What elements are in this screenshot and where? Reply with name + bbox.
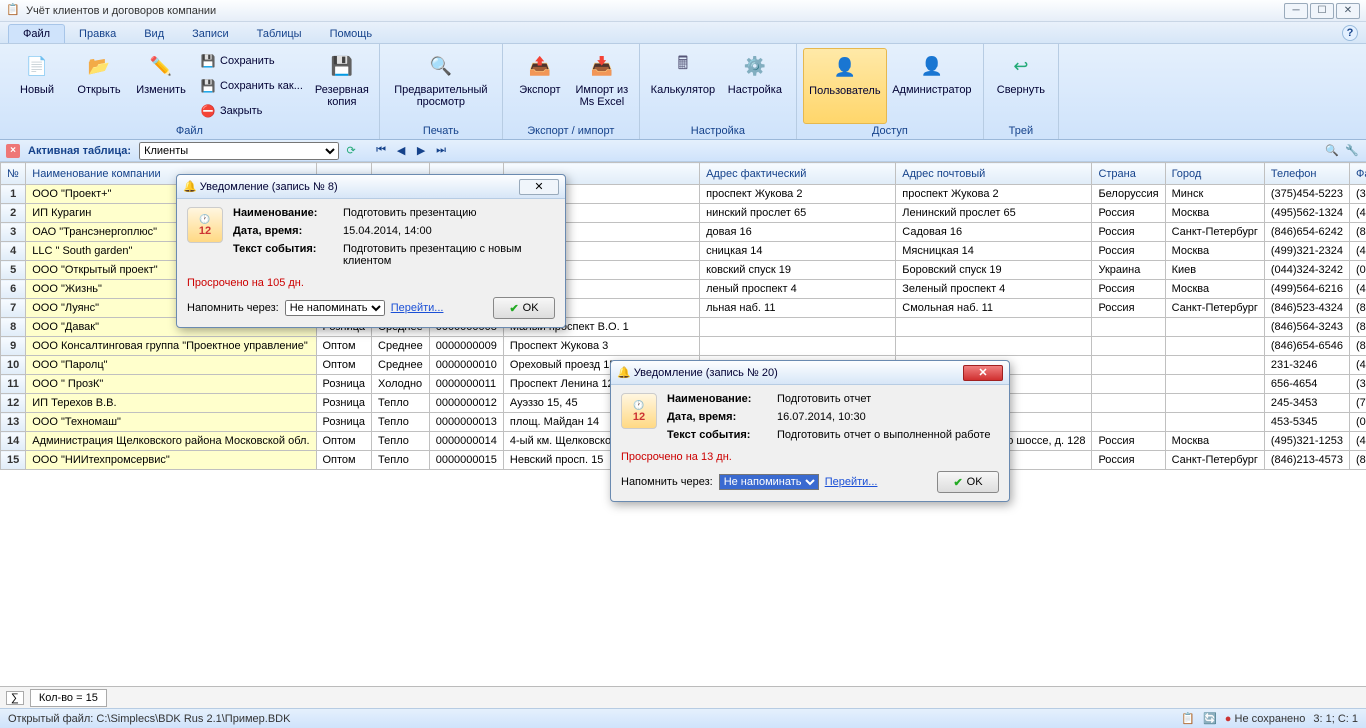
col-header[interactable]: Адрес фактический [700, 163, 896, 185]
edit-button[interactable]: ✏️Изменить [130, 48, 192, 124]
table-row[interactable]: 9ООО Консалтинговая группа "Проектное уп… [1, 337, 1366, 356]
new-file-icon: 📄 [21, 50, 53, 82]
folder-open-icon: 📂 [83, 50, 115, 82]
close-button[interactable]: ✕ [1336, 3, 1360, 19]
active-table-label: Активная таблица: [28, 145, 131, 157]
summary-bar: ∑ Кол-во = 15 [0, 686, 1366, 708]
calendar-icon: 🕐12 [621, 393, 657, 429]
nav-next-icon[interactable]: ▶ [413, 143, 429, 159]
dialog2-close-button[interactable]: ✕ [963, 365, 1003, 381]
col-header[interactable]: № [1, 163, 26, 185]
export-button[interactable]: 📤Экспорт [509, 48, 571, 124]
sigma-icon[interactable]: ∑ [6, 691, 24, 705]
close-table-icon[interactable]: × [6, 144, 20, 158]
user-button[interactable]: 👤Пользователь [803, 48, 887, 124]
tab-help[interactable]: Помощь [316, 25, 387, 43]
backup-button[interactable]: 💾Резервная копия [311, 48, 373, 124]
active-table-select[interactable]: Клиенты [139, 142, 339, 160]
open-button[interactable]: 📂Открыть [68, 48, 130, 124]
dialog2-ok-button[interactable]: ✔OK [937, 471, 999, 493]
close-file-button[interactable]: ⛔Закрыть [196, 101, 307, 121]
save-icon: 💾 [200, 53, 216, 69]
col-header[interactable]: Страна [1092, 163, 1165, 185]
nav-last-icon[interactable]: ⏭ [433, 143, 449, 159]
dialog2-goto-link[interactable]: Перейти... [825, 476, 878, 488]
notification-dialog-8: 🔔 Уведомление (запись № 8)✕ 🕐12 Наименов… [176, 174, 566, 328]
saveas-icon: 💾 [200, 78, 216, 94]
col-header[interactable]: Адрес почтовый [896, 163, 1092, 185]
import-button[interactable]: 📥Импорт из Ms Excel [571, 48, 633, 124]
tab-edit[interactable]: Правка [65, 25, 130, 43]
edit-icon: ✏️ [145, 50, 177, 82]
calendar-icon: 🕐12 [187, 207, 223, 243]
dialog-icon: 🔔 [183, 180, 197, 193]
col-header[interactable]: Телефон [1264, 163, 1349, 185]
dialog1-overdue: Просрочено на 105 дн. [187, 277, 555, 289]
export-icon: 📤 [524, 50, 556, 82]
col-header[interactable]: Факс [1350, 163, 1366, 185]
minimize-icon: ↩ [1005, 50, 1037, 82]
calculator-icon: 🖩 [667, 50, 699, 82]
app-icon: 📋 [6, 3, 22, 19]
calculator-button[interactable]: 🖩Калькулятор [646, 48, 720, 124]
group-print-label: Печать [386, 124, 496, 137]
group-settings-label: Настройка [646, 124, 790, 137]
dialog2-title: Уведомление (запись № 20) [634, 367, 963, 379]
search-icon[interactable]: 🔍 [1324, 143, 1340, 159]
saveas-button[interactable]: 💾Сохранить как... [196, 76, 307, 96]
dialog1-goto-link[interactable]: Перейти... [391, 302, 444, 314]
nav-first-icon[interactable]: ⏮ [373, 143, 389, 159]
status-bar: Открытый файл: C:\Simplecs\BDK Rus 2.1\П… [0, 708, 1366, 728]
tab-tables[interactable]: Таблицы [243, 25, 316, 43]
minimize-tray-button[interactable]: ↩Свернуть [990, 48, 1052, 124]
dialog2-remind-select[interactable]: Не напоминать [719, 474, 819, 490]
close-file-icon: ⛔ [200, 103, 216, 119]
tab-records[interactable]: Записи [178, 25, 243, 43]
nav-prev-icon[interactable]: ◀ [393, 143, 409, 159]
dialog1-remind-select[interactable]: Не напоминать [285, 300, 385, 316]
gear-icon: ⚙️ [739, 50, 771, 82]
new-button[interactable]: 📄Новый [6, 48, 68, 124]
maximize-button[interactable]: ☐ [1310, 3, 1334, 19]
menu-bar: Файл Правка Вид Записи Таблицы Помощь ? [0, 22, 1366, 44]
tab-view[interactable]: Вид [130, 25, 178, 43]
ribbon: 📄Новый 📂Открыть ✏️Изменить 💾Сохранить 💾С… [0, 44, 1366, 140]
backup-icon: 💾 [326, 50, 358, 82]
group-tray-label: Трей [990, 124, 1052, 137]
help-icon[interactable]: ? [1342, 25, 1358, 41]
group-access-label: Доступ [803, 124, 977, 137]
minimize-button[interactable]: ─ [1284, 3, 1308, 19]
dialog-icon: 🔔 [617, 366, 631, 379]
status-icon-1[interactable]: 📋 [1181, 712, 1195, 725]
status-file: Открытый файл: C:\Simplecs\BDK Rus 2.1\П… [8, 713, 290, 725]
preview-icon: 🔍 [425, 50, 457, 82]
group-file-label: Файл [6, 124, 373, 137]
dialog2-overdue: Просрочено на 13 дн. [621, 451, 999, 463]
status-pos: 3: 1; C: 1 [1313, 713, 1358, 725]
dialog1-ok-button[interactable]: ✔OK [493, 297, 555, 319]
window-title: Учёт клиентов и договоров компании [26, 5, 1282, 17]
dialog1-title: Уведомление (запись № 8) [200, 181, 519, 193]
preview-button[interactable]: 🔍Предварительный просмотр [386, 48, 496, 124]
notification-dialog-20: 🔔 Уведомление (запись № 20)✕ 🕐12 Наимено… [610, 360, 1010, 502]
tab-file[interactable]: Файл [8, 24, 65, 43]
admin-icon: 👤 [916, 50, 948, 82]
import-icon: 📥 [586, 50, 618, 82]
settings-button[interactable]: ⚙️Настройка [720, 48, 790, 124]
group-ei-label: Экспорт / импорт [509, 124, 633, 137]
status-icon-2[interactable]: 🔄 [1203, 712, 1217, 725]
save-button[interactable]: 💾Сохранить [196, 51, 307, 71]
wrench-icon[interactable]: 🔧 [1344, 143, 1360, 159]
titlebar: 📋 Учёт клиентов и договоров компании ─ ☐… [0, 0, 1366, 22]
count-label: Кол-во = 15 [30, 689, 107, 707]
refresh-icon[interactable]: ⟳ [343, 143, 359, 159]
admin-button[interactable]: 👤Администратор [887, 48, 977, 124]
dialog1-close-button[interactable]: ✕ [519, 179, 559, 195]
active-table-bar: × Активная таблица: Клиенты ⟳ ⏮ ◀ ▶ ⏭ 🔍 … [0, 140, 1366, 162]
status-unsaved: ● Не сохранено [1225, 713, 1306, 725]
col-header[interactable]: Город [1165, 163, 1264, 185]
user-icon: 👤 [829, 51, 861, 83]
